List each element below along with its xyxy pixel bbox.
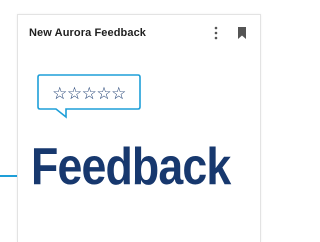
feedback-heading: Feedback: [31, 138, 231, 196]
rating-stars: ☆☆☆☆☆: [52, 84, 126, 104]
card-header: New Aurora Feedback: [18, 15, 260, 49]
more-vertical-icon[interactable]: [211, 25, 221, 41]
page: New Aurora Feedback ☆☆☆☆☆ Feedback: [0, 0, 263, 242]
bookmark-icon[interactable]: [237, 26, 247, 40]
report-card[interactable]: New Aurora Feedback ☆☆☆☆☆ Feedback: [17, 14, 261, 242]
speech-bubble-icon: ☆☆☆☆☆: [37, 74, 141, 119]
connector-line: [0, 175, 18, 177]
card-title[interactable]: New Aurora Feedback: [29, 27, 146, 39]
